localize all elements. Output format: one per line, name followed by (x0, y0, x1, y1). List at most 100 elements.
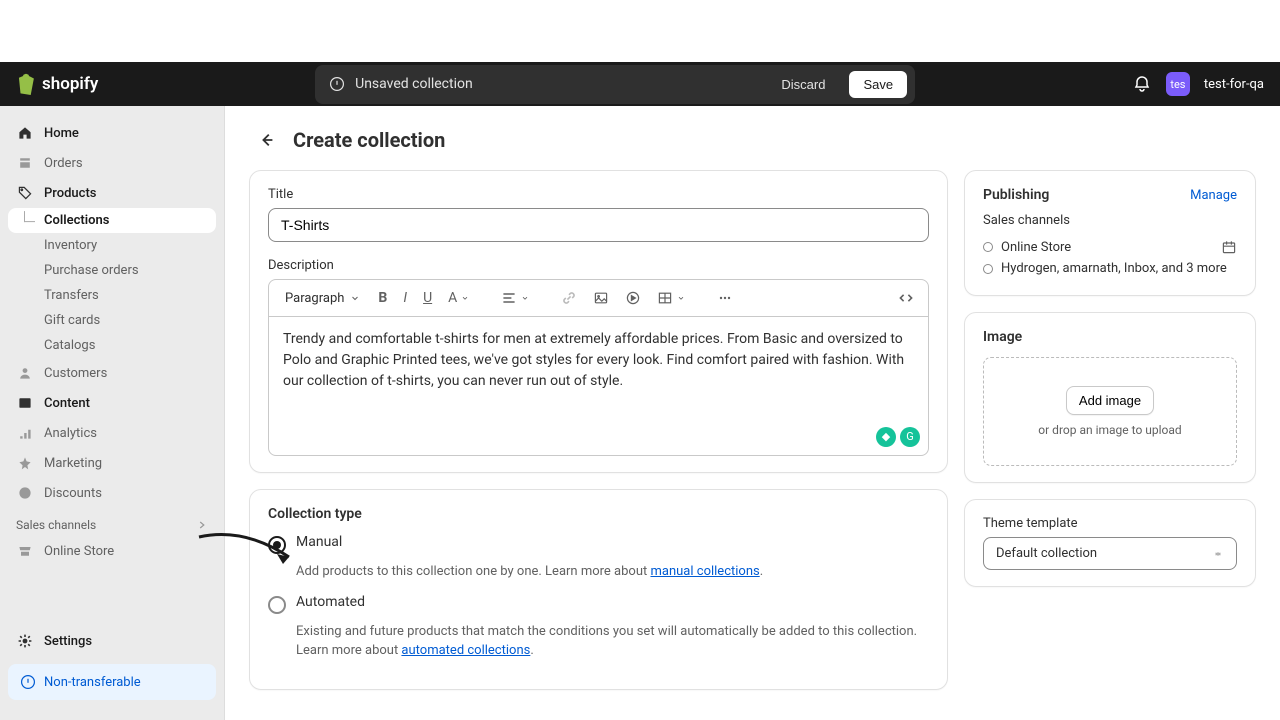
description-editor[interactable]: Trendy and comfortable t-shirts for men … (268, 316, 929, 456)
image-title: Image (983, 329, 1237, 345)
channel-status-dot (983, 264, 993, 274)
sidebar-item-catalogs[interactable]: Catalogs (0, 333, 224, 358)
chevron-down-icon (521, 294, 529, 302)
rte-underline-button[interactable]: U (417, 286, 438, 310)
manage-link[interactable]: Manage (1190, 188, 1237, 203)
sidebar-item-analytics[interactable]: Analytics (0, 418, 224, 448)
orders-icon (16, 154, 34, 172)
select-chevron-icon (1212, 548, 1224, 560)
avatar[interactable]: tes (1166, 72, 1190, 96)
rte-align-button[interactable] (495, 286, 535, 310)
sidebar-item-products[interactable]: Products (0, 178, 224, 208)
sales-channels-header[interactable]: Sales channels (0, 508, 224, 536)
discounts-icon (16, 484, 34, 502)
grammarly-icon[interactable]: G (900, 427, 920, 447)
grammarly-upgrade-icon[interactable]: ◆ (876, 427, 896, 447)
collection-type-title: Collection type (268, 506, 929, 522)
description-label: Description (268, 258, 929, 273)
rte-table-button[interactable] (651, 286, 691, 310)
marketing-icon (16, 454, 34, 472)
radio-automated-label: Automated (296, 594, 365, 610)
radio-manual[interactable] (268, 536, 286, 554)
sidebar-item-discounts[interactable]: Discounts (0, 478, 224, 508)
gear-icon (16, 632, 34, 650)
video-icon (625, 290, 641, 306)
image-dropzone[interactable]: Add image or drop an image to upload (983, 357, 1237, 466)
chevron-down-icon (677, 294, 685, 302)
rte-paragraph-select[interactable]: Paragraph (277, 287, 368, 310)
theme-select[interactable]: Default collection (983, 537, 1237, 570)
theme-card: Theme template Default collection (964, 499, 1256, 587)
manual-collections-link[interactable]: manual collections (650, 564, 759, 579)
image-card: Image Add image or drop an image to uplo… (964, 312, 1256, 483)
manual-description: Add products to this collection one by o… (296, 562, 929, 582)
dots-icon (717, 290, 733, 306)
align-icon (501, 290, 517, 306)
channel-status-dot (983, 242, 993, 252)
sidebar-item-orders[interactable]: Orders (0, 148, 224, 178)
sidebar-item-collections[interactable]: Collections (8, 208, 216, 233)
rte-toolbar: Paragraph B I U A (268, 279, 929, 316)
username: test-for-qa (1204, 77, 1264, 92)
publishing-card: Publishing Manage Sales channels Online … (964, 170, 1256, 296)
shopify-logo[interactable]: shopify (16, 73, 98, 95)
rte-more-button[interactable] (711, 286, 739, 310)
sidebar-item-purchase-orders[interactable]: Purchase orders (0, 258, 224, 283)
home-icon (16, 124, 34, 142)
drop-text: or drop an image to upload (996, 423, 1224, 437)
title-label: Title (268, 187, 929, 202)
radio-manual-label: Manual (296, 534, 342, 550)
discard-button[interactable]: Discard (769, 71, 837, 98)
chevron-right-icon (196, 519, 208, 531)
save-button[interactable]: Save (849, 71, 907, 98)
store-icon (16, 542, 34, 560)
chevron-down-icon (350, 293, 360, 303)
page-title: Create collection (293, 128, 445, 152)
sidebar-item-settings[interactable]: Settings (0, 626, 224, 656)
rte-italic-button[interactable]: I (397, 286, 413, 310)
sidebar-item-home[interactable]: Home (0, 118, 224, 148)
sidebar-item-inventory[interactable]: Inventory (0, 233, 224, 258)
sales-channels-label: Sales channels (983, 213, 1237, 228)
code-icon (898, 290, 914, 306)
save-status: Unsaved collection (355, 76, 473, 92)
sidebar-item-transfers[interactable]: Transfers (0, 283, 224, 308)
chevron-down-icon (461, 294, 469, 302)
sidebar-item-customers[interactable]: Customers (0, 358, 224, 388)
rte-image-button[interactable] (587, 286, 615, 310)
theme-label: Theme template (983, 516, 1237, 531)
non-transferable-badge: Non-transferable (8, 664, 216, 700)
link-icon (561, 290, 577, 306)
title-input[interactable] (268, 208, 929, 242)
customers-icon (16, 364, 34, 382)
table-icon (657, 290, 673, 306)
channel-more: Hydrogen, amarnath, Inbox, and 3 more (983, 258, 1237, 279)
rte-link-button[interactable] (555, 286, 583, 310)
rte-code-button[interactable] (892, 286, 920, 310)
automated-collections-link[interactable]: automated collections (401, 643, 530, 658)
rte-color-button[interactable]: A (442, 286, 475, 310)
automated-description: Existing and future products that match … (296, 622, 929, 661)
sidebar-item-marketing[interactable]: Marketing (0, 448, 224, 478)
title-description-card: Title Description Paragraph B I U (249, 170, 948, 473)
products-icon (16, 184, 34, 202)
rte-video-button[interactable] (619, 286, 647, 310)
sidebar-item-online-store[interactable]: Online Store (0, 536, 224, 566)
arrow-left-icon (258, 131, 276, 149)
channel-online-store: Online Store (983, 236, 1237, 258)
image-icon (593, 290, 609, 306)
top-bar: shopify Unsaved collection Discard Save … (0, 62, 1280, 106)
calendar-icon[interactable] (1221, 239, 1237, 255)
sidebar: Home Orders Products Collections Invento… (0, 106, 225, 720)
rte-bold-button[interactable]: B (372, 286, 393, 310)
brand-name: shopify (42, 74, 98, 94)
content-icon (16, 394, 34, 412)
radio-automated[interactable] (268, 596, 286, 614)
back-button[interactable] (253, 126, 281, 154)
info-icon (20, 674, 36, 690)
sidebar-item-content[interactable]: Content (0, 388, 224, 418)
add-image-button[interactable]: Add image (1066, 386, 1154, 415)
sidebar-item-gift-cards[interactable]: Gift cards (0, 308, 224, 333)
bell-icon[interactable] (1132, 74, 1152, 94)
publishing-title: Publishing (983, 187, 1049, 203)
